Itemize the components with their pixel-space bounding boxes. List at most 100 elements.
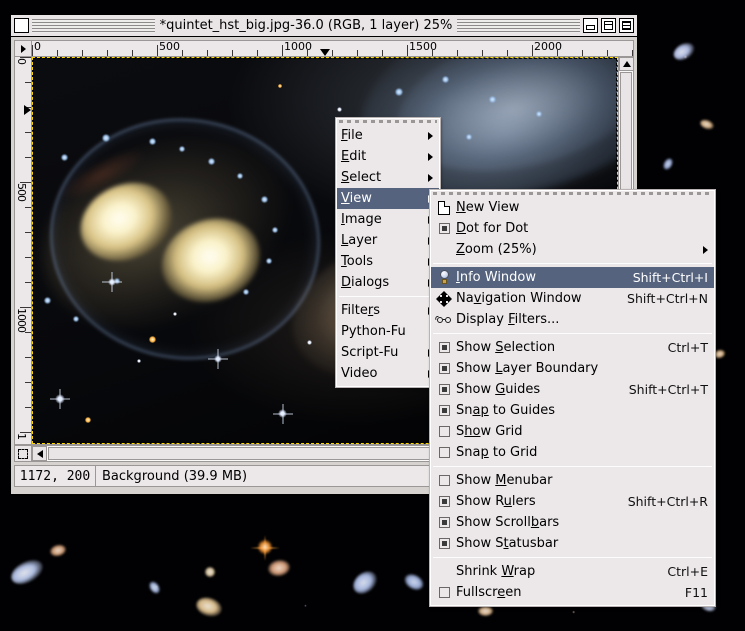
- checkbox-icon[interactable]: [435, 382, 453, 398]
- menu-item-show-layer-boundary[interactable]: Show Layer Boundary: [431, 358, 714, 379]
- menu-item-label: Video: [341, 366, 418, 381]
- menu-item-show-statusbar[interactable]: Show Statusbar: [431, 533, 714, 554]
- vruler-label: 1000: [16, 308, 27, 332]
- close-button[interactable]: [619, 18, 634, 33]
- checkbox-icon[interactable]: [435, 424, 453, 440]
- menu-item-shrink-wrap[interactable]: Shrink Wrap Ctrl+E: [431, 561, 714, 582]
- hruler-label: 2000: [532, 41, 562, 53]
- menu-item-edit[interactable]: Edit: [337, 146, 439, 167]
- vruler-label: 1: [16, 433, 27, 439]
- menu-item-snap-to-guides[interactable]: Snap to Guides: [431, 400, 714, 421]
- checkbox-icon[interactable]: [435, 221, 453, 237]
- menu-item-accel: Shift+Ctrl+R: [628, 494, 708, 509]
- menu-item-script-fu[interactable]: Script-Fu: [337, 342, 439, 363]
- cursor-position: 1172, 200: [14, 465, 96, 487]
- menu-item-label: View: [341, 191, 418, 206]
- maximize-button[interactable]: [601, 18, 616, 33]
- submenu-arrow-icon: [703, 246, 708, 254]
- submenu-arrow-icon: [428, 174, 433, 182]
- menu-item-video[interactable]: Video: [337, 363, 439, 384]
- vertical-ruler[interactable]: 0 500 1000 1: [14, 57, 32, 445]
- menu-item-label: Show Rulers: [456, 494, 606, 509]
- menu-item-label: Snap to Guides: [456, 403, 708, 418]
- checkbox-icon[interactable]: [435, 340, 453, 356]
- menu-item-label: Show Statusbar: [456, 536, 708, 551]
- vruler-minor-ticks: [25, 57, 31, 444]
- menu-item-show-menubar[interactable]: Show Menubar: [431, 470, 714, 491]
- submenu-arrow-icon: [428, 132, 433, 140]
- menu-item-label: Display Filters...: [456, 312, 708, 327]
- window-menu-button[interactable]: [14, 18, 29, 33]
- menu-item-fullscreen[interactable]: Fullscreen F11: [431, 582, 714, 603]
- background-galaxy: [478, 606, 493, 616]
- view-menu-list: New View Dot for Dot Zoom (25%) Info Win…: [431, 193, 714, 603]
- bright-star: [214, 355, 222, 363]
- menu-item-select[interactable]: Select: [337, 167, 439, 188]
- menu-item-accel: Shift+Ctrl+T: [629, 382, 708, 397]
- menu-separator: [433, 333, 712, 334]
- menu-item-dialogs[interactable]: Dialogs: [337, 272, 439, 293]
- menu-item-info-window[interactable]: Info Window Shift+Ctrl+I: [431, 267, 714, 288]
- menu-dropdown-button[interactable]: [14, 40, 32, 57]
- no-icon: [435, 564, 453, 580]
- menu-item-show-guides[interactable]: Show Guides Shift+Ctrl+T: [431, 379, 714, 400]
- checkbox-icon[interactable]: [435, 473, 453, 489]
- menu-item-label: Show Scrollbars: [456, 515, 708, 530]
- window-controls: [583, 18, 634, 33]
- menu-item-label: Python-Fu: [341, 324, 418, 339]
- horizontal-ruler-row: 0 500 1000 1500 2000: [14, 40, 634, 57]
- menu-item-show-rulers[interactable]: Show Rulers Shift+Ctrl+R: [431, 491, 714, 512]
- checkbox-icon[interactable]: [435, 445, 453, 461]
- menu-item-navigation-window[interactable]: Navigation Window Shift+Ctrl+N: [431, 288, 714, 309]
- minimize-button[interactable]: [583, 18, 598, 33]
- menu-item-label: Shrink Wrap: [456, 564, 645, 579]
- checkbox-icon[interactable]: [435, 403, 453, 419]
- checkbox-icon[interactable]: [435, 494, 453, 510]
- lightbulb-icon: [435, 270, 453, 286]
- menu-item-display-filters[interactable]: Display Filters...: [431, 309, 714, 330]
- menu-item-file[interactable]: File: [337, 125, 439, 146]
- titlebar-hatch-right: [457, 19, 580, 33]
- menu-item-view[interactable]: View: [337, 188, 439, 209]
- menu-item-python-fu[interactable]: Python-Fu: [337, 321, 439, 342]
- menu-item-accel: Shift+Ctrl+N: [627, 291, 708, 306]
- menu-item-layer[interactable]: Layer: [337, 230, 439, 251]
- menu-item-show-grid[interactable]: Show Grid: [431, 421, 714, 442]
- menu-item-label: New View: [456, 200, 708, 215]
- no-icon: [435, 242, 453, 258]
- glasses-icon: [435, 312, 453, 328]
- menu-item-label: Dot for Dot: [456, 221, 708, 236]
- quickmask-toggle-button[interactable]: [14, 445, 32, 462]
- horizontal-ruler[interactable]: 0 500 1000 1500 2000: [32, 40, 634, 57]
- scroll-left-button[interactable]: [32, 446, 47, 461]
- menu-item-zoom[interactable]: Zoom (25%): [431, 239, 714, 260]
- menu-item-new-view[interactable]: New View: [431, 197, 714, 218]
- ruler-position-marker: [320, 49, 330, 56]
- menu-item-tools[interactable]: Tools: [337, 251, 439, 272]
- checkbox-icon[interactable]: [435, 536, 453, 552]
- image-context-menu[interactable]: File Edit Select View Image Layer Tools: [336, 118, 440, 387]
- checkbox-icon[interactable]: [435, 515, 453, 531]
- menu-item-label: Show Guides: [456, 382, 607, 397]
- menu-item-show-scrollbars[interactable]: Show Scrollbars: [431, 512, 714, 533]
- menu-item-show-selection[interactable]: Show Selection Ctrl+T: [431, 337, 714, 358]
- menu-item-dot-for-dot[interactable]: Dot for Dot: [431, 218, 714, 239]
- menu-item-label: Edit: [341, 149, 418, 164]
- page-icon: [435, 200, 453, 216]
- view-submenu[interactable]: New View Dot for Dot Zoom (25%) Info Win…: [430, 190, 715, 606]
- menu-item-label: Snap to Grid: [456, 445, 708, 460]
- menu-item-snap-to-grid[interactable]: Snap to Grid: [431, 442, 714, 463]
- menu-item-label: Script-Fu: [341, 345, 418, 360]
- menu-item-label: Show Menubar: [456, 473, 708, 488]
- window-titlebar[interactable]: *quintet_hst_big.jpg-36.0 (RGB, 1 layer)…: [11, 15, 637, 37]
- menu-item-label: Info Window: [456, 270, 611, 285]
- menu-item-image[interactable]: Image: [337, 209, 439, 230]
- checkbox-icon[interactable]: [435, 585, 453, 601]
- vruler-position-marker: [24, 105, 31, 115]
- vruler-label: 500: [16, 183, 27, 201]
- menu-item-filters[interactable]: Filters: [337, 300, 439, 321]
- checkbox-icon[interactable]: [435, 361, 453, 377]
- menu-item-accel: Shift+Ctrl+I: [633, 270, 708, 285]
- scroll-up-button[interactable]: [619, 57, 634, 71]
- foreground-star: [258, 540, 272, 554]
